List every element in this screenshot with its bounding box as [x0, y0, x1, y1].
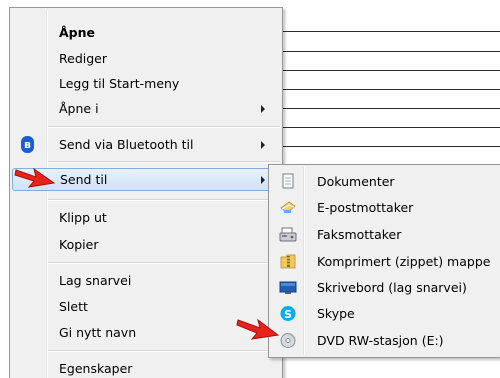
menu-separator	[48, 262, 280, 264]
submenu-item-label: DVD RW-stasjon (E:)	[317, 333, 444, 348]
background-line	[282, 127, 500, 128]
menu-item-label: Åpne	[59, 25, 95, 40]
menu-item-label: Send via Bluetooth til	[59, 137, 194, 152]
menu-item-send-bluetooth[interactable]: ʙ Send via Bluetooth til	[12, 133, 282, 156]
menu-item-label: Kopier	[59, 237, 99, 252]
submenu-item-label: Komprimert (zippet) mappe	[317, 254, 491, 269]
menu-item-label: Klipp ut	[59, 210, 107, 225]
menu-item-label: Åpne i	[59, 101, 99, 116]
menu-item-create-shortcut[interactable]: Lag snarvei	[12, 269, 282, 292]
fax-icon	[279, 227, 297, 242]
documents-icon	[282, 173, 294, 189]
background-line	[282, 70, 500, 71]
submenu-item-mail-recipient[interactable]: E-postmottaker	[271, 196, 500, 220]
submenu-item-skype[interactable]: S Skype	[271, 302, 500, 326]
menu-item-properties[interactable]: Egenskaper	[12, 357, 282, 378]
menu-item-label: Lag snarvei	[59, 273, 132, 288]
submenu-item-fax-recipient[interactable]: Faksmottaker	[271, 223, 500, 247]
submenu-item-label: E-postmottaker	[317, 200, 414, 215]
submenu-item-label: Dokumenter	[317, 174, 395, 189]
menu-separator	[48, 199, 280, 201]
menu-item-label: Gi nytt navn	[59, 325, 137, 340]
menu-item-label: Send til	[60, 172, 108, 187]
skype-icon: S	[280, 306, 296, 321]
menu-separator	[48, 161, 280, 163]
menu-item-label: Slett	[59, 299, 88, 314]
submenu-arrow-icon	[261, 176, 265, 184]
menu-item-delete[interactable]: Slett	[12, 295, 282, 318]
submenu-item-label: Skype	[317, 306, 355, 321]
red-arrow-annotation-icon	[236, 318, 280, 340]
submenu-item-desktop[interactable]: Skrivebord (lag snarvei)	[271, 276, 500, 300]
send-to-submenu: Dokumenter E-postmottaker Faksmottaker K…	[268, 164, 500, 358]
zip-folder-icon	[280, 254, 296, 269]
submenu-item-dvd-drive[interactable]: DVD RW-stasjon (E:)	[271, 329, 500, 353]
background-line	[282, 89, 500, 90]
mail-recipient-icon	[280, 201, 296, 214]
background-line	[282, 51, 500, 52]
background-line	[282, 108, 500, 109]
menu-item-open[interactable]: Åpne	[12, 21, 282, 44]
menu-separator	[48, 126, 280, 128]
menu-item-label: Egenskaper	[59, 361, 133, 376]
menu-separator	[48, 350, 280, 352]
menu-item-label: Legg til Start-meny	[59, 76, 180, 91]
menu-item-copy[interactable]: Kopier	[12, 233, 282, 256]
background-window	[282, 0, 500, 165]
dvd-drive-icon	[280, 333, 296, 348]
submenu-item-label: Skrivebord (lag snarvei)	[317, 280, 467, 295]
menu-item-edit[interactable]: Rediger	[12, 47, 282, 70]
submenu-item-label: Faksmottaker	[317, 227, 402, 242]
submenu-item-documents[interactable]: Dokumenter	[271, 170, 500, 194]
menu-item-cut[interactable]: Klipp ut	[12, 206, 282, 229]
background-line	[282, 31, 500, 32]
menu-item-label: Rediger	[59, 51, 107, 66]
bluetooth-icon: ʙ	[21, 136, 34, 153]
menu-item-open-in[interactable]: Åpne i	[12, 97, 282, 120]
submenu-arrow-icon	[261, 141, 265, 149]
submenu-arrow-icon	[261, 105, 265, 113]
submenu-item-zip-folder[interactable]: Komprimert (zippet) mappe	[271, 250, 500, 274]
red-arrow-annotation-icon	[14, 167, 56, 188]
background-line	[282, 146, 500, 147]
menu-item-add-to-start[interactable]: Legg til Start-meny	[12, 72, 282, 95]
svg-text:S: S	[284, 308, 292, 321]
desktop-icon	[279, 281, 297, 294]
